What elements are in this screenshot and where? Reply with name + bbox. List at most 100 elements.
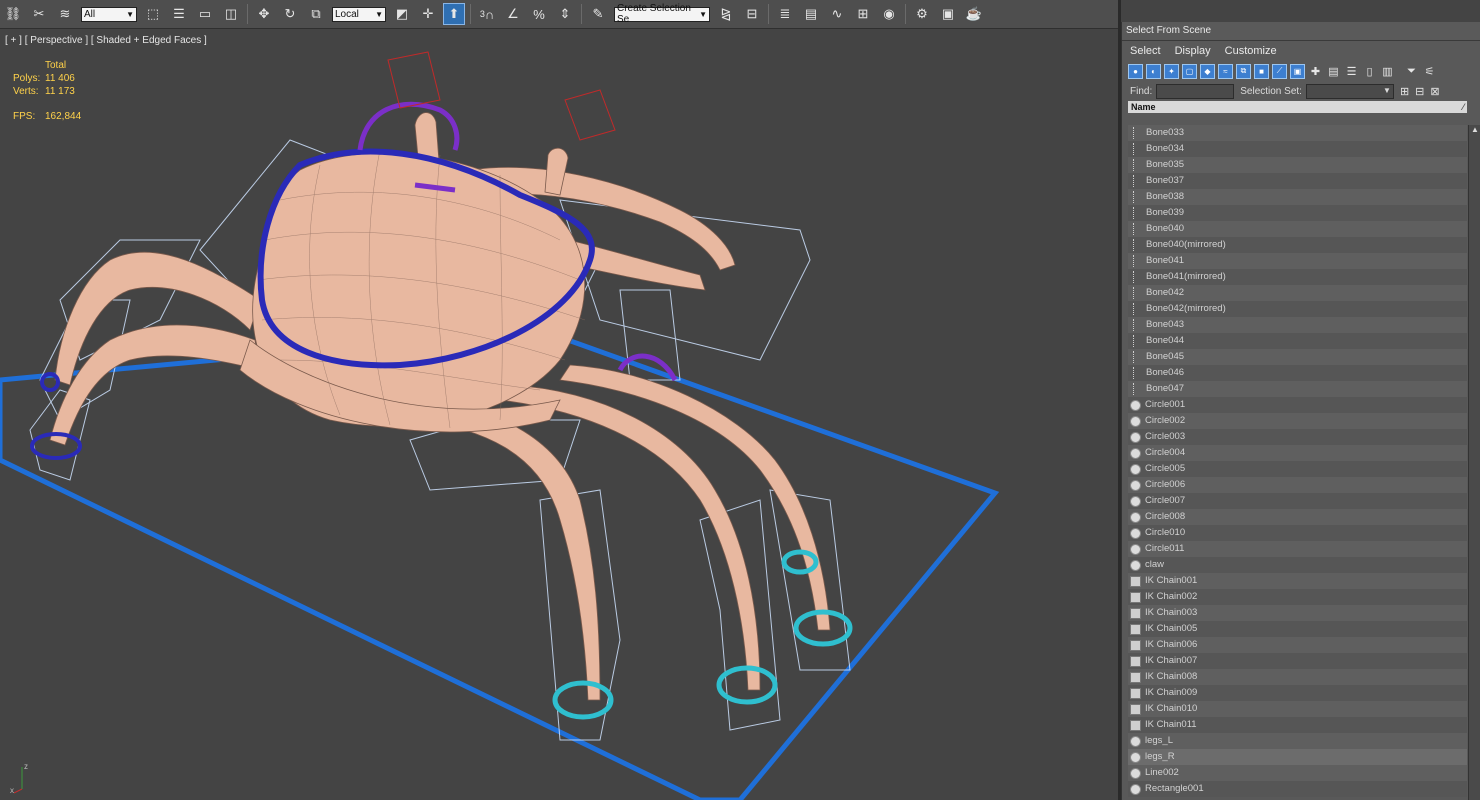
render-frame-icon[interactable]: ▣ <box>937 3 959 25</box>
render-setup-icon[interactable]: ⚙ <box>911 3 933 25</box>
list-item[interactable]: Bone034 <box>1128 141 1467 157</box>
select-by-name-icon[interactable]: ☰ <box>168 3 190 25</box>
named-selection-set-dropdown[interactable]: Create Selection Se ▼ <box>614 3 710 25</box>
menu-display[interactable]: Display <box>1175 45 1211 57</box>
list-scrollbar[interactable]: ▲ <box>1468 125 1480 800</box>
display-containers-icon[interactable]: ▣ <box>1290 63 1305 79</box>
list-item[interactable]: Bone042 <box>1128 285 1467 301</box>
display-cameras-icon[interactable]: ▢ <box>1182 63 1197 79</box>
reference-coord-dropdown[interactable]: Local ▼ <box>332 6 386 22</box>
display-lights-icon[interactable]: ✦ <box>1164 63 1179 79</box>
list-item[interactable]: Circle007 <box>1128 493 1467 509</box>
list-item[interactable]: Bone045 <box>1128 349 1467 365</box>
list-item[interactable]: Circle003 <box>1128 429 1467 445</box>
selection-filter-dropdown[interactable]: All ▼ <box>81 6 137 22</box>
rotate-icon[interactable]: ↻ <box>279 3 301 25</box>
list-item[interactable]: Circle008 <box>1128 509 1467 525</box>
link-icon[interactable]: ⛓ <box>2 3 24 25</box>
align-icon[interactable]: ⊟ <box>741 3 763 25</box>
select-object-icon[interactable]: ⬚ <box>142 3 164 25</box>
list-item[interactable]: Bone041 <box>1128 253 1467 269</box>
display-geometry-icon[interactable]: ● <box>1128 63 1143 79</box>
snap-icon[interactable]: 3 ∩ <box>476 3 498 25</box>
list-item[interactable]: Bone033 <box>1128 125 1467 141</box>
list-item[interactable]: Bone043 <box>1128 317 1467 333</box>
list-item[interactable]: legs_R <box>1128 749 1467 765</box>
list-item[interactable]: Bone044 <box>1128 333 1467 349</box>
display-xrefs-icon[interactable]: ■ <box>1254 63 1269 79</box>
create-set-icon[interactable]: ⊞ <box>1400 85 1409 98</box>
menu-customize[interactable]: Customize <box>1225 45 1277 57</box>
render-icon[interactable]: ☕ <box>963 3 985 25</box>
selection-set-dropdown[interactable]: ▼ <box>1305 83 1394 99</box>
select-manipulate-icon[interactable]: ✛ <box>417 3 439 25</box>
list-item[interactable]: Bone037 <box>1128 173 1467 189</box>
list-item[interactable]: Circle005 <box>1128 461 1467 477</box>
add-to-set-icon[interactable]: ⊟ <box>1415 85 1424 98</box>
list-item[interactable]: Bone035 <box>1128 157 1467 173</box>
find-input[interactable] <box>1156 83 1235 99</box>
display-all-icon[interactable]: ☰ <box>1344 64 1359 79</box>
scene-canvas[interactable] <box>0 29 1118 800</box>
list-item[interactable]: Circle006 <box>1128 477 1467 493</box>
list-item[interactable]: IK Chain008 <box>1128 669 1467 685</box>
display-spacewarps-icon[interactable]: ≈ <box>1218 63 1233 79</box>
edit-named-sets-icon[interactable]: ✎ <box>587 3 609 25</box>
list-item[interactable]: IK Chain011 <box>1128 717 1467 733</box>
bind-spacewarp-icon[interactable]: ≋ <box>54 3 76 25</box>
list-item[interactable]: Bone041(mirrored) <box>1128 269 1467 285</box>
schematic-icon[interactable]: ⊞ <box>852 3 874 25</box>
select-set-icon[interactable]: ⊠ <box>1430 85 1439 98</box>
display-bones-icon[interactable]: ⟋ <box>1272 63 1287 79</box>
display-helpers-icon[interactable]: ◆ <box>1200 63 1215 79</box>
window-crossing-icon[interactable]: ◫ <box>220 3 242 25</box>
move-icon[interactable]: ✥ <box>253 3 275 25</box>
layer-manager-icon[interactable]: ≣ <box>774 3 796 25</box>
list-item[interactable]: legs_L <box>1128 733 1467 749</box>
list-item[interactable]: Line002 <box>1128 765 1467 781</box>
perspective-viewport[interactable]: [ + ] [ Perspective ] [ Shaded + Edged F… <box>0 29 1118 800</box>
display-frozen-icon[interactable]: ✚ <box>1308 64 1323 79</box>
list-item[interactable]: IK Chain010 <box>1128 701 1467 717</box>
display-groups-icon[interactable]: ⧉ <box>1236 63 1251 79</box>
list-item[interactable]: Bone047 <box>1128 381 1467 397</box>
curve-editor-icon[interactable]: ∿ <box>826 3 848 25</box>
filter-options-icon[interactable]: ⚟ <box>1422 64 1437 79</box>
percent-snap-icon[interactable]: % <box>528 3 550 25</box>
angle-snap-icon[interactable]: ∠ <box>502 3 524 25</box>
list-item[interactable]: claw <box>1128 557 1467 573</box>
list-item[interactable]: Circle011 <box>1128 541 1467 557</box>
material-editor-icon[interactable]: ◉ <box>878 3 900 25</box>
list-item[interactable]: Circle004 <box>1128 445 1467 461</box>
list-item[interactable]: Bone038 <box>1128 189 1467 205</box>
list-item[interactable]: Bone040 <box>1128 221 1467 237</box>
menu-select[interactable]: Select <box>1130 45 1161 57</box>
list-item[interactable]: IK Chain009 <box>1128 685 1467 701</box>
list-item[interactable]: Circle001 <box>1128 397 1467 413</box>
list-item[interactable]: Bone040(mirrored) <box>1128 237 1467 253</box>
list-item[interactable]: Rectangle001 <box>1128 781 1467 797</box>
display-invert-icon[interactable]: ▥ <box>1380 64 1395 79</box>
list-item[interactable]: IK Chain001 <box>1128 573 1467 589</box>
crab-mesh[interactable] <box>49 112 831 701</box>
rect-region-icon[interactable]: ▭ <box>194 3 216 25</box>
unlink-icon[interactable]: ✂ <box>28 3 50 25</box>
filter-icon[interactable]: ⏷ <box>1404 64 1419 79</box>
list-item[interactable]: Bone042(mirrored) <box>1128 301 1467 317</box>
display-hidden-icon[interactable]: ▤ <box>1326 64 1341 79</box>
name-column-header[interactable]: Name ⁄ <box>1128 101 1467 113</box>
ribbon-icon[interactable]: ▤ <box>800 3 822 25</box>
mirror-icon[interactable]: ⧎ <box>715 3 737 25</box>
display-shapes-icon[interactable]: ◐ <box>1146 63 1161 79</box>
manipulate-icon[interactable]: ⬆ <box>443 3 465 25</box>
viewport-label[interactable]: [ + ] [ Perspective ] [ Shaded + Edged F… <box>5 35 207 46</box>
scroll-up-arrow[interactable]: ▲ <box>1469 125 1480 134</box>
list-item[interactable]: Bone046 <box>1128 365 1467 381</box>
spinner-snap-icon[interactable]: ⇕ <box>554 3 576 25</box>
dialog-title[interactable]: Select From Scene <box>1122 22 1480 41</box>
list-item[interactable]: IK Chain003 <box>1128 605 1467 621</box>
scale-icon[interactable]: ⧉ <box>305 3 327 25</box>
list-item[interactable]: Circle002 <box>1128 413 1467 429</box>
sort-arrow-icon[interactable]: ⁄ <box>1462 101 1467 113</box>
list-item[interactable]: IK Chain006 <box>1128 637 1467 653</box>
